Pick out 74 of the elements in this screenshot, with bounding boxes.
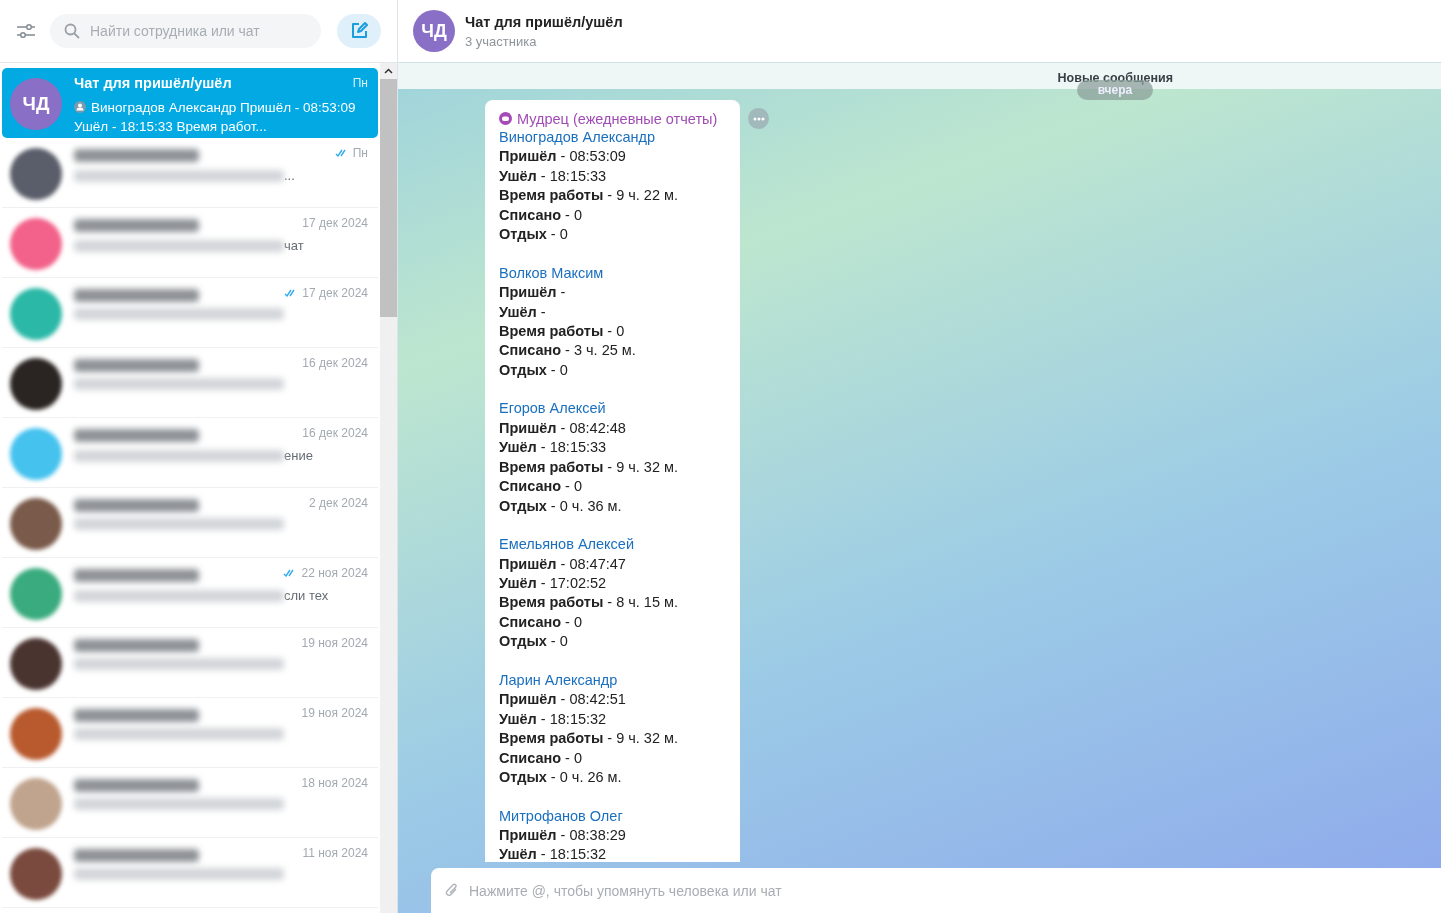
- report-line: Списано - 0: [499, 612, 584, 632]
- report-line: Время работы - 9 ч. 32 м.: [499, 729, 680, 749]
- chat-item[interactable]: 22 ноя 2024 сли тех: [2, 558, 378, 628]
- report-line: Время работы - 0: [499, 321, 626, 341]
- report-line: Пришёл - 08:42:51: [499, 690, 627, 710]
- report-line: Пришёл - 08:47:47: [499, 554, 627, 574]
- employee-name[interactable]: Емельянов Алексей: [499, 535, 732, 555]
- chat-item[interactable]: 17 дек 2024 чат: [2, 208, 378, 278]
- chat-time: 2 дек 2024: [309, 496, 368, 510]
- report-line: Ушёл - 17:02:52: [499, 574, 608, 593]
- report-line: Отдых - 0: [499, 225, 569, 245]
- report-line: Списано - 0: [499, 748, 584, 768]
- filter-icon[interactable]: [16, 23, 36, 39]
- chat-time: 16 дек 2024: [302, 426, 368, 440]
- report-line: Списано - 0: [499, 205, 584, 225]
- employee-name[interactable]: Егоров Алексей: [499, 399, 732, 419]
- compose-button[interactable]: [337, 14, 381, 48]
- report-line: Ушёл - 18:15:32: [499, 709, 608, 729]
- report-line: Время работы - 9 ч. 32 м.: [499, 457, 680, 477]
- report-line: Пришёл - 08:53:09: [499, 147, 627, 167]
- employee-name[interactable]: Митрофанов Олег: [499, 806, 732, 827]
- message-input[interactable]: Нажмите @, чтобы упомянуть человека или чат: [431, 868, 1441, 913]
- report-line: Ушёл - 18:15:33: [499, 166, 608, 186]
- chat-time: 18 ноя 2024: [301, 776, 368, 790]
- chat-time: 11 ноя 2024: [302, 846, 368, 860]
- chat-time: 17 дек 2024: [302, 286, 368, 300]
- chat-avatar: ЧД: [10, 78, 62, 130]
- report-line: Время работы - 8 ч. 15 м.: [499, 593, 680, 613]
- chat-title: Чат для пришёл/ушёл: [74, 75, 232, 91]
- report-line: Пришёл - 08:38:29: [499, 826, 627, 846]
- chat-time: 19 ноя 2024: [301, 706, 368, 720]
- person-icon: [74, 101, 86, 113]
- chat-time: 16 дек 2024: [302, 356, 368, 370]
- employee-name[interactable]: Волков Максим: [499, 263, 732, 284]
- chat-item[interactable]: Пн ...: [2, 138, 378, 208]
- preview-text: чат: [284, 238, 304, 253]
- report-line: Отдых - 0: [499, 632, 569, 652]
- preview-text: сли тех: [284, 588, 329, 603]
- chat-preview: Виноградов Александр Пришёл - 08:53:09 Ушёл - 18:15:33 Время работ...: [74, 99, 357, 136]
- report-line: Пришёл - 08:42:48: [499, 418, 627, 438]
- report-line: Ушёл - 18:15:32: [499, 845, 608, 862]
- report-line: Отдых - 0 ч. 26 м.: [499, 767, 623, 787]
- report-line: Ушёл - 18:15:33: [499, 438, 608, 458]
- chat-time: Пн: [352, 76, 368, 90]
- more-icon: [752, 116, 765, 121]
- employee-name[interactable]: Виноградов Александр: [499, 128, 732, 148]
- employee-name[interactable]: Ларин Александр: [499, 670, 732, 691]
- chat-title: Чат для пришёл/ушёл: [465, 13, 623, 30]
- bot-icon: [499, 112, 512, 125]
- chat-time: 19 ноя 2024: [301, 636, 368, 650]
- scroll-up-icon: [384, 68, 393, 74]
- chat-avatar: ЧД: [413, 10, 455, 52]
- report-line: Отдых - 0: [499, 360, 569, 380]
- report-line: Ушёл -: [499, 302, 547, 322]
- chat-item[interactable]: 16 дек 2024 ение: [2, 418, 378, 488]
- sender-name: Мудрец (ежедневные отчеты): [499, 109, 732, 128]
- chat-time: Пн: [352, 146, 368, 160]
- preview-text: ...: [284, 168, 295, 183]
- chat-item[interactable]: ЧД Чат для пришёл/ушёл Пн Виноградов Александр Пришёл - 08:53:09 Ушёл - 18:15:33 Время работ...: [2, 68, 378, 138]
- member-count: 3 участника: [465, 33, 538, 49]
- report-line: Списано - 0: [499, 477, 584, 497]
- report-line: Пришёл -: [499, 283, 567, 303]
- chat-time: 17 дек 2024: [302, 216, 368, 230]
- paperclip-icon[interactable]: [445, 882, 459, 898]
- report-line: Списано - 3 ч. 25 м.: [499, 341, 637, 361]
- chat-time: 22 ноя 2024: [301, 566, 368, 580]
- scrollbar[interactable]: [380, 63, 397, 913]
- report-line: Время работы - 9 ч. 22 м.: [499, 186, 680, 206]
- report-line: Отдых - 0 ч. 36 м.: [499, 496, 623, 516]
- search-field[interactable]: Найти сотрудника или чат: [50, 14, 321, 48]
- scroll-thumb[interactable]: [380, 79, 397, 317]
- edit-icon: [350, 22, 368, 40]
- preview-text: ение: [284, 448, 313, 463]
- more-button[interactable]: [748, 108, 769, 129]
